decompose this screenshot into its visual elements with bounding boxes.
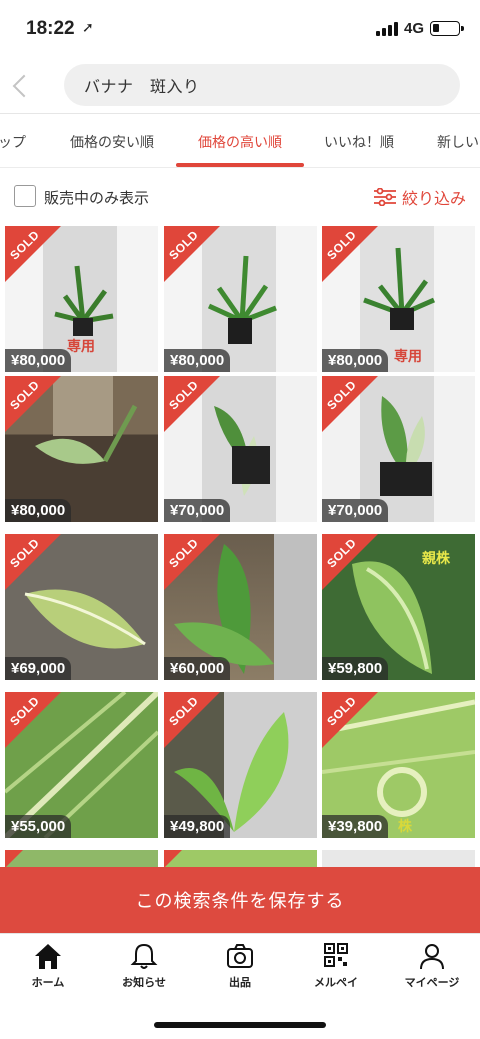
item-price: ¥70,000 xyxy=(164,499,231,522)
back-chevron-icon[interactable] xyxy=(6,66,42,106)
tab-price-low[interactable]: 価格の安い順 xyxy=(70,132,154,152)
tab-likes[interactable]: いいね！順 xyxy=(324,132,394,152)
on-sale-only-checkbox[interactable] xyxy=(14,185,36,207)
qr-code-icon xyxy=(324,943,348,967)
bell-icon xyxy=(130,943,158,969)
item-card[interactable]: SOLD ¥80,000 xyxy=(5,376,158,522)
item-card[interactable]: SOLD ¥49,800 xyxy=(164,692,317,838)
item-card[interactable]: SOLD ¥70,000 xyxy=(164,376,317,522)
status-bar: 18:22 ➚ 4G xyxy=(0,0,480,58)
item-price: ¥80,000 xyxy=(322,349,389,372)
item-note: 専用 xyxy=(394,349,422,365)
item-card[interactable] xyxy=(322,850,475,868)
person-icon xyxy=(420,944,444,970)
nav-sell[interactable]: 出品 xyxy=(192,942,288,990)
network-type: 4G xyxy=(404,20,425,37)
on-sale-only-label: 販売中のみ表示 xyxy=(44,189,150,207)
item-note: 株 xyxy=(398,819,412,835)
tab-newest[interactable]: 新しい xyxy=(437,132,479,152)
cellular-signal-icon xyxy=(376,22,398,36)
item-price: ¥60,000 xyxy=(164,657,231,680)
item-price: ¥55,000 xyxy=(5,815,72,838)
nav-mypage-label: マイページ xyxy=(404,976,460,989)
sold-badge xyxy=(5,850,23,868)
item-card[interactable]: SOLD ¥80,000 xyxy=(164,226,317,372)
item-price: ¥80,000 xyxy=(5,499,72,522)
nav-merpay-label: メルペイ xyxy=(314,976,358,989)
item-price: ¥59,800 xyxy=(322,657,389,680)
item-price: ¥69,000 xyxy=(5,657,72,680)
item-price: ¥49,800 xyxy=(164,815,231,838)
item-note: 専用 xyxy=(67,339,95,355)
item-card[interactable]: SOLD ¥69,000 xyxy=(5,534,158,680)
save-search-button[interactable]: この検索条件を保存する xyxy=(0,867,480,933)
search-input[interactable]: バナナ 斑入り xyxy=(64,64,460,106)
location-arrow-icon: ➚ xyxy=(82,20,94,36)
item-card[interactable] xyxy=(5,850,158,868)
search-query: バナナ 斑入り xyxy=(84,77,200,96)
nav-home[interactable]: ホーム xyxy=(0,942,96,990)
sort-tabs: ップ 価格の安い順 価格の高い順 いいね！順 新しい xyxy=(0,114,480,168)
item-card[interactable]: SOLD ¥70,000 xyxy=(322,376,475,522)
nav-notifications-label: お知らせ xyxy=(122,976,166,989)
active-tab-indicator xyxy=(176,163,304,167)
item-card[interactable]: SOLD ¥55,000 xyxy=(5,692,158,838)
nav-notifications[interactable]: お知らせ xyxy=(96,942,192,990)
narrow-down-button[interactable]: 絞り込み xyxy=(373,185,466,209)
narrow-down-label: 絞り込み xyxy=(401,189,466,208)
nav-mypage[interactable]: マイページ xyxy=(384,942,480,990)
item-price: ¥70,000 xyxy=(322,499,389,522)
tab-price-high[interactable]: 価格の高い順 xyxy=(198,132,282,152)
item-price: ¥80,000 xyxy=(5,349,72,372)
search-header: バナナ 斑入り xyxy=(0,58,480,114)
item-card[interactable]: SOLD 専用 ¥80,000 xyxy=(322,226,475,372)
item-card[interactable] xyxy=(164,850,317,868)
item-price: ¥39,800 xyxy=(322,815,389,838)
battery-icon xyxy=(430,21,464,36)
nav-home-label: ホーム xyxy=(31,976,65,989)
item-note: 親株 xyxy=(422,551,450,567)
home-icon xyxy=(35,944,61,969)
item-card[interactable]: SOLD 株 ¥39,800 xyxy=(322,692,475,838)
item-price: ¥80,000 xyxy=(164,349,231,372)
nav-sell-label: 出品 xyxy=(229,976,251,989)
filter-row: 販売中のみ表示 絞り込み xyxy=(0,168,480,224)
item-card[interactable]: SOLD 専用 ¥80,000 xyxy=(5,226,158,372)
home-indicator[interactable] xyxy=(154,1022,326,1028)
sold-badge xyxy=(164,850,182,868)
item-card[interactable]: SOLD ¥60,000 xyxy=(164,534,317,680)
filter-sliders-icon xyxy=(373,187,396,207)
item-card[interactable]: SOLD 親株 ¥59,800 xyxy=(322,534,475,680)
camera-icon xyxy=(227,944,253,968)
status-time: 18:22 xyxy=(26,18,75,39)
nav-merpay[interactable]: メルペイ xyxy=(288,942,384,990)
tab-recommended[interactable]: ップ xyxy=(0,132,26,152)
